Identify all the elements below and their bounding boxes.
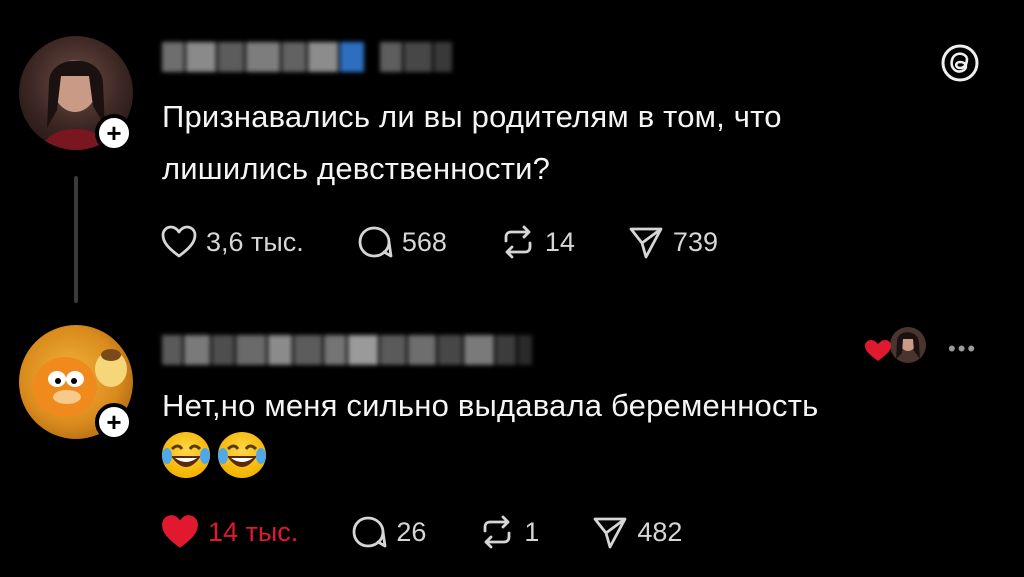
post-text-line: Признавались ли вы родителям в том, что <box>162 99 782 134</box>
share-count: 739 <box>672 226 718 257</box>
reply-button[interactable]: 568 <box>356 224 447 260</box>
reply-button[interactable]: 26 <box>350 514 426 550</box>
share-button[interactable]: 739 <box>627 224 718 260</box>
reply-text: Нет,но меня сильно выдавала беременность <box>162 380 1002 432</box>
repost-icon <box>483 515 511 549</box>
reply-count: 26 <box>396 516 427 547</box>
thread-connector-line <box>74 176 78 303</box>
reply-actions: 14 тыс. 26 1 482 <box>160 513 734 551</box>
repost-button[interactable]: 14 <box>499 224 575 260</box>
like-button[interactable]: 14 тыс. <box>160 513 298 551</box>
threads-logo-icon[interactable] <box>940 43 980 83</box>
like-count: 14 тыс. <box>208 516 299 547</box>
send-icon <box>629 227 663 259</box>
post-actions: 3,6 тыс. 568 14 739 <box>160 224 770 260</box>
like-count: 3,6 тыс. <box>206 226 304 257</box>
username-pixelated <box>162 42 452 72</box>
share-count: 482 <box>637 516 683 547</box>
thread-post-original: + Признавались ли вы родителям в том, чт… <box>0 0 1024 310</box>
like-button[interactable]: 3,6 тыс. <box>160 224 304 260</box>
author-liked-indicator <box>865 327 926 363</box>
post-text-line: Нет,но меня сильно выдавала беременность <box>162 388 819 423</box>
heart-outline-icon <box>161 225 197 258</box>
reply-count: 568 <box>401 226 447 257</box>
username-pixelated <box>162 335 532 365</box>
repost-count: 14 <box>544 226 575 257</box>
heart-filled-icon <box>865 340 891 361</box>
repost-count: 1 <box>524 516 540 547</box>
more-options-icon[interactable]: ••• <box>948 336 977 362</box>
heart-filled-icon <box>162 515 198 548</box>
comment-icon <box>352 516 387 548</box>
emoji-row <box>162 432 266 478</box>
post-text-line: лишились девственности? <box>162 151 551 186</box>
repost-icon <box>504 225 532 259</box>
comment-icon <box>358 226 393 258</box>
post-text: Признавались ли вы родителям в том, что … <box>162 91 1002 195</box>
repost-button[interactable]: 1 <box>478 514 539 550</box>
follow-button[interactable]: + <box>95 403 133 441</box>
laughing-tears-emoji-icon <box>162 432 210 478</box>
share-button[interactable]: 482 <box>591 514 682 550</box>
follow-button[interactable]: + <box>95 114 133 152</box>
send-icon <box>593 517 627 549</box>
laughing-tears-emoji-icon <box>218 432 266 478</box>
